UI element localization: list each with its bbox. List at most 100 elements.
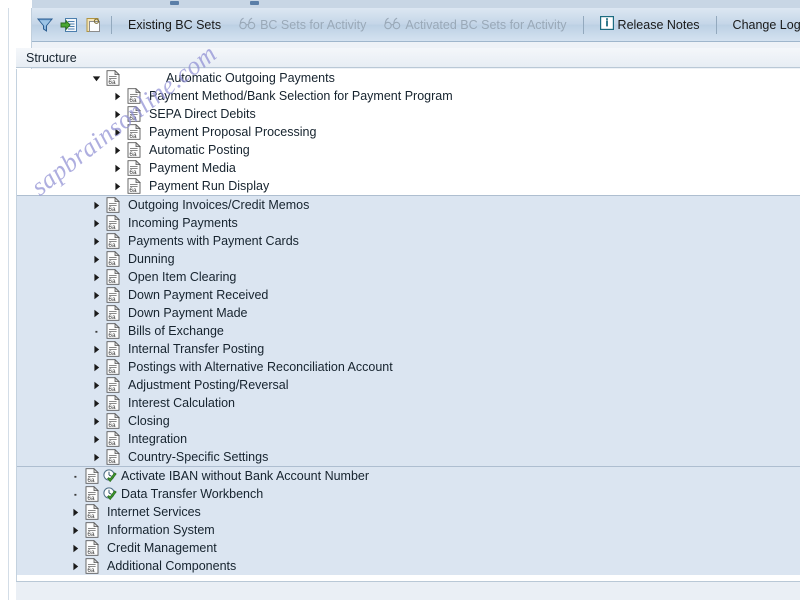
transfer-icon[interactable] xyxy=(58,14,80,36)
tree-row-label: Activate IBAN without Bank Account Numbe… xyxy=(121,469,370,483)
tree-row[interactable]: 6a Adjustment Posting/Reversal xyxy=(17,376,800,394)
tree-row[interactable]: 6a Data Transfer Workbench xyxy=(17,485,800,503)
tree-row-label: Internet Services xyxy=(107,505,201,519)
img-document-icon: 6a xyxy=(106,430,120,447)
toolbar-item-activated-bc-sets-for-activity[interactable]: Activated BC Sets for Activity xyxy=(375,13,575,37)
tree-row-label: Down Payment Made xyxy=(128,306,248,320)
tree-row[interactable]: 6a Automatic Outgoing Payments xyxy=(17,69,800,87)
tree-row-label: Interest Calculation xyxy=(128,396,236,410)
tree-row-label: Open Item Clearing xyxy=(128,270,237,284)
chevron-right-icon[interactable] xyxy=(90,214,102,232)
tree-row-label: Down Payment Received xyxy=(128,288,269,302)
tree-row[interactable]: 6a Open Item Clearing xyxy=(17,268,800,286)
chevron-right-icon[interactable] xyxy=(90,430,102,448)
tree-row-label: Payment Proposal Processing xyxy=(149,125,317,139)
executable-activity-icon[interactable] xyxy=(103,469,117,483)
toolbar-item-change-log[interactable]: Change Log xyxy=(724,13,800,37)
chevron-right-icon[interactable] xyxy=(90,394,102,412)
chevron-right-icon[interactable] xyxy=(111,177,123,195)
tree-row[interactable]: 6a Additional Components xyxy=(17,557,800,575)
leaf-node-icon xyxy=(69,467,81,485)
img-structure-tree[interactable]: 6a Automatic Outgoing Payments 6a Payment M… xyxy=(16,69,800,581)
img-document-icon: 6a xyxy=(106,358,120,375)
window-top-strip xyxy=(0,0,800,9)
chevron-right-icon[interactable] xyxy=(111,159,123,177)
tree-row[interactable]: 6a Activate IBAN without Bank Account Num… xyxy=(17,467,800,485)
chevron-right-icon[interactable] xyxy=(90,196,102,214)
tree-row[interactable]: 6a Down Payment Made xyxy=(17,304,800,322)
tree-row[interactable]: 6a Outgoing Invoices/Credit Memos xyxy=(17,196,800,214)
filter-icon[interactable] xyxy=(34,14,56,36)
toolbar-item-existing-bc-sets[interactable]: Existing BC Sets xyxy=(119,13,230,37)
chevron-right-icon[interactable] xyxy=(69,503,81,521)
tree-row[interactable]: 6a Payment Media xyxy=(17,159,800,177)
tree-row-label: Credit Management xyxy=(107,541,217,555)
chevron-right-icon[interactable] xyxy=(90,376,102,394)
top-strip-tick-2 xyxy=(250,1,259,5)
tree-row[interactable]: 6a Credit Management xyxy=(17,539,800,557)
toolbar-item-release-notes[interactable]: Release Notes xyxy=(591,13,709,37)
chevron-right-icon[interactable] xyxy=(90,286,102,304)
tree-row[interactable]: 6a Interest Calculation xyxy=(17,394,800,412)
chevron-right-icon[interactable] xyxy=(111,105,123,123)
svg-text:6a: 6a xyxy=(129,133,137,140)
chevron-right-icon[interactable] xyxy=(90,232,102,250)
chevron-right-icon[interactable] xyxy=(90,268,102,286)
svg-text:6a: 6a xyxy=(129,151,137,158)
tree-row-label: Bills of Exchange xyxy=(128,324,224,338)
svg-text:6a: 6a xyxy=(108,314,116,321)
tree-row[interactable]: 6a Internal Transfer Posting xyxy=(17,340,800,358)
chevron-right-icon[interactable] xyxy=(111,87,123,105)
tree-row[interactable]: 6a Dunning xyxy=(17,250,800,268)
chevron-down-icon[interactable] xyxy=(90,69,102,87)
tree-row[interactable]: 6a Payments with Payment Cards xyxy=(17,232,800,250)
chevron-right-icon[interactable] xyxy=(69,521,81,539)
tree-row-label: Payment Media xyxy=(149,161,236,175)
tree-row[interactable]: 6a Information System xyxy=(17,521,800,539)
chevron-right-icon[interactable] xyxy=(90,340,102,358)
img-document-icon: 6a xyxy=(106,232,120,249)
tree-row[interactable]: 6a Down Payment Received xyxy=(17,286,800,304)
toolbar-item-label: Change Log xyxy=(732,18,800,33)
tree-row[interactable]: 6a Internet Services xyxy=(17,503,800,521)
svg-text:6a: 6a xyxy=(108,368,116,375)
svg-text:6a: 6a xyxy=(108,386,116,393)
tree-row-label: Country-Specific Settings xyxy=(128,450,269,464)
img-document-icon: 6a xyxy=(127,123,141,140)
svg-text:6a: 6a xyxy=(108,350,116,357)
clipboard-icon[interactable] xyxy=(82,14,104,36)
img-document-icon: 6a xyxy=(127,177,141,194)
chevron-right-icon[interactable] xyxy=(69,557,81,575)
img-document-icon: 6a xyxy=(85,467,99,484)
img-document-icon: 6a xyxy=(106,304,120,321)
tree-group: 6a Activate IBAN without Bank Account Num… xyxy=(17,467,800,575)
tree-row[interactable]: 6a SEPA Direct Debits xyxy=(17,105,800,123)
tree-row[interactable]: 6a Payment Run Display xyxy=(17,177,800,195)
tree-row[interactable]: 6a Closing xyxy=(17,412,800,430)
structure-column-header: Structure xyxy=(16,48,800,68)
chevron-right-icon[interactable] xyxy=(90,412,102,430)
svg-text:6a: 6a xyxy=(87,477,95,484)
tree-row[interactable]: 6a Bills of Exchange xyxy=(17,322,800,340)
svg-text:6a: 6a xyxy=(108,422,116,429)
toolbar-item-label: Release Notes xyxy=(617,18,700,33)
chevron-right-icon[interactable] xyxy=(69,539,81,557)
tree-row[interactable]: 6a Integration xyxy=(17,430,800,448)
tree-row-label: Automatic Outgoing Payments xyxy=(166,71,335,85)
svg-text:6a: 6a xyxy=(129,187,137,194)
toolbar-item-bc-sets-for-activity[interactable]: BC Sets for Activity xyxy=(230,13,375,37)
chevron-right-icon[interactable] xyxy=(90,250,102,268)
tree-row[interactable]: 6a Payment Method/Bank Selection for Paym… xyxy=(17,87,800,105)
chevron-right-icon[interactable] xyxy=(90,304,102,322)
tree-row[interactable]: 6a Postings with Alternative Reconciliati… xyxy=(17,358,800,376)
tree-row[interactable]: 6a Payment Proposal Processing xyxy=(17,123,800,141)
chevron-right-icon[interactable] xyxy=(90,448,102,466)
tree-row[interactable]: 6a Country-Specific Settings xyxy=(17,448,800,466)
chevron-right-icon[interactable] xyxy=(90,358,102,376)
chevron-right-icon[interactable] xyxy=(111,141,123,159)
tree-row[interactable]: 6a Incoming Payments xyxy=(17,214,800,232)
tree-row[interactable]: 6a Automatic Posting xyxy=(17,141,800,159)
tree-row-label: Dunning xyxy=(128,252,175,266)
executable-activity-icon[interactable] xyxy=(103,487,117,501)
chevron-right-icon[interactable] xyxy=(111,123,123,141)
